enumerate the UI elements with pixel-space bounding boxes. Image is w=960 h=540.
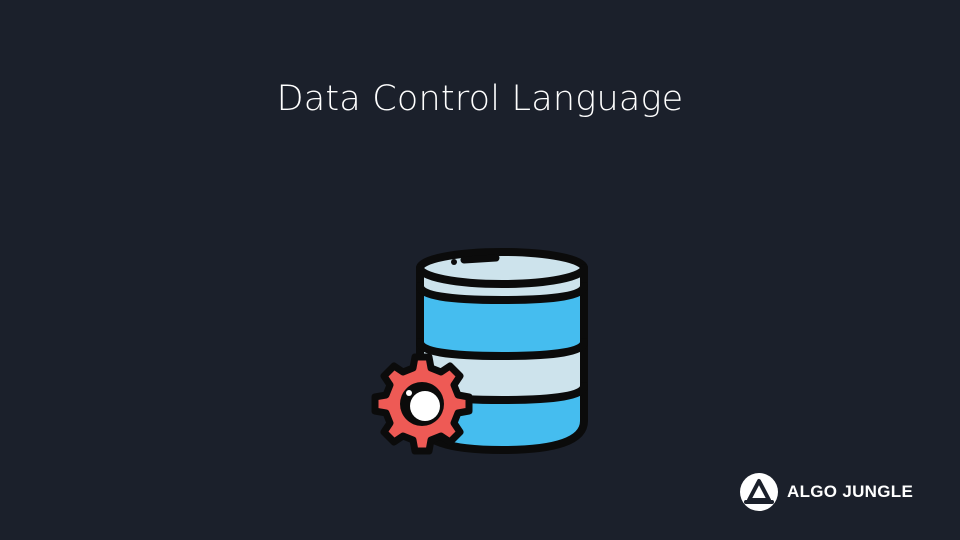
algo-jungle-logo-icon bbox=[740, 473, 778, 511]
slide-canvas: Data Control Language ALGO JUNGLE bbox=[0, 0, 960, 540]
brand-block: ALGO JUNGLE bbox=[740, 473, 913, 511]
brand-name: ALGO JUNGLE bbox=[787, 482, 914, 501]
gear-icon bbox=[371, 353, 473, 455]
page-title: Data Control Language bbox=[276, 79, 684, 119]
database-gear-illustration bbox=[371, 248, 588, 455]
